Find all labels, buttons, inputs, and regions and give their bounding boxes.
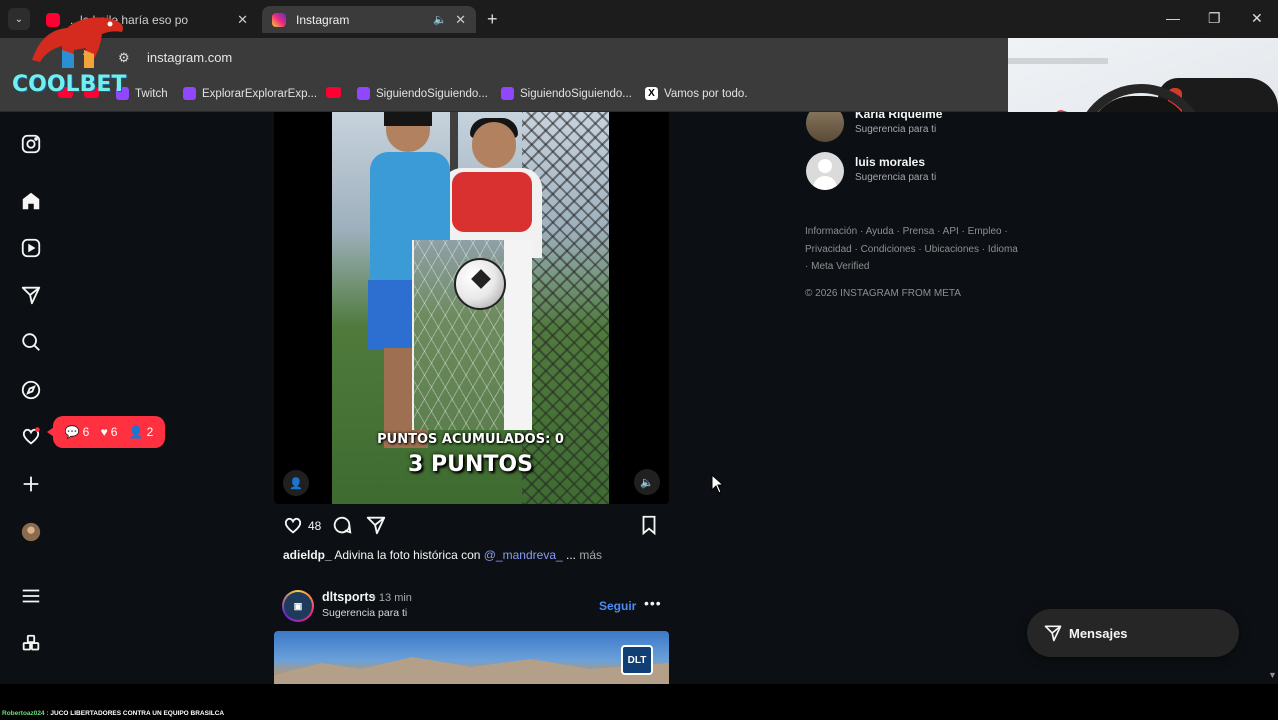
post2-subtitle: Sugerencia para ti (322, 607, 408, 619)
copyright: © 2026 INSTAGRAM FROM META (805, 288, 961, 299)
notifications-icon[interactable] (19, 424, 43, 448)
video-frame: PUNTOS ACUMULADOS: 0 3 PUNTOS (332, 112, 609, 504)
speaker-icon[interactable]: 🔈 (433, 13, 447, 26)
post2-avatar[interactable]: ▣ (282, 590, 314, 622)
messages-button[interactable]: Mensajes (1027, 609, 1239, 657)
menu-icon[interactable] (19, 584, 43, 608)
caption-mention[interactable]: @_mandreva_ (484, 548, 563, 562)
profile-avatar[interactable] (19, 520, 43, 544)
more-options-icon[interactable]: ••• (644, 595, 662, 611)
maximize-button[interactable]: ❐ (1208, 10, 1221, 27)
post-video[interactable]: PUNTOS ACUMULADOS: 0 3 PUNTOS 👤 🔈 (274, 112, 669, 504)
suggestion-item[interactable]: luis morales Sugerencia para ti (806, 152, 1006, 192)
bookmark-youtube-3[interactable] (326, 87, 347, 98)
instagram-logo-icon[interactable] (19, 132, 43, 156)
post2-media[interactable]: DLT (274, 631, 669, 684)
suggestion-subtitle: Sugerencia para ti (855, 172, 937, 183)
bookmark-label: ExplorarExplorarExp... (202, 87, 318, 100)
video-points-text: 3 PUNTOS (408, 452, 533, 477)
direct-icon (1044, 625, 1062, 642)
minimize-button[interactable]: — (1166, 10, 1180, 26)
avatar[interactable] (806, 112, 844, 142)
heart-icon: ♥ (100, 425, 108, 439)
address-bar: ↻ ⚙ instagram.com (0, 38, 1008, 78)
bookmark-explorar[interactable]: ExplorarExplorarExp... (183, 87, 317, 100)
new-tab-button[interactable]: + (487, 9, 498, 30)
post-caption: adieldp_ Adivina la foto histórica con @… (283, 548, 602, 562)
dlt-logo: DLT (621, 645, 653, 675)
logo-text: COOLBET (12, 72, 127, 97)
screen: ⌄ ...le baile haría eso po ✕ Instagram 🔈… (0, 0, 1278, 720)
bookmark-label: SiguiendoSiguiendo... (520, 87, 632, 100)
create-icon[interactable] (19, 472, 43, 496)
follow-button[interactable]: Seguir (599, 599, 636, 613)
share-icon[interactable] (365, 514, 387, 536)
messages-label: Mensajes (1069, 625, 1128, 641)
search-icon[interactable] (19, 330, 43, 354)
notifications-popup[interactable]: 💬 6 ♥ 6 👤 2 (47, 416, 165, 448)
follows-count: 👤 2 (128, 425, 154, 439)
more-apps-icon[interactable] (19, 632, 43, 656)
twitch-icon (501, 87, 514, 100)
close-icon[interactable]: ✕ (237, 12, 248, 28)
post2-header: ▣ dltsports • 13 min Sugerencia para ti … (280, 588, 665, 624)
bookmark-x[interactable]: X Vamos por todo. (645, 87, 748, 100)
bookmark-label: Twitch (135, 87, 168, 100)
post2-time: • 13 min (372, 592, 412, 604)
caption-username[interactable]: adieldp_ (283, 548, 332, 562)
comment-icon[interactable] (331, 514, 353, 536)
bookmark-label: SiguiendoSiguiendo... (376, 87, 488, 100)
chat-user: Robertoaz024 : (2, 710, 49, 717)
mouse-cursor-icon (711, 474, 725, 494)
direct-icon[interactable] (19, 283, 43, 307)
bookmark-label: Vamos por todo. (664, 87, 748, 100)
audio-icon[interactable]: 🔈 (634, 469, 660, 495)
close-icon[interactable]: ✕ (455, 12, 466, 28)
suggestion-item[interactable]: Karla Riquelme Sugerencia para ti (806, 112, 1006, 144)
scroll-down-arrow[interactable]: ▼ (1268, 670, 1277, 680)
browser-tab-bar: ⌄ ...le baile haría eso po ✕ Instagram 🔈… (0, 0, 1278, 38)
chat-text: JUCO LIBERTADORES CONTRA UN EQUIPO BRASI… (48, 710, 225, 717)
like-icon[interactable] (282, 514, 304, 536)
twitch-icon (183, 87, 196, 100)
caption-ellipsis: ... (562, 548, 580, 562)
url-field[interactable]: instagram.com (147, 50, 232, 65)
soccer-ball (454, 258, 506, 310)
tab-instagram[interactable]: Instagram 🔈 ✕ (262, 6, 476, 33)
bookmark-siguiendo-2[interactable]: SiguiendoSiguiendo... (501, 87, 632, 100)
like-count[interactable]: 48 (308, 519, 321, 533)
chat-message: Robertoaz024 : JUCO LIBERTADORES CONTRA … (2, 710, 224, 717)
post-actions: 48 (282, 514, 662, 540)
tab-title: Instagram (296, 12, 350, 27)
reels-icon[interactable] (19, 236, 43, 260)
person-icon: 👤 (128, 425, 144, 439)
avatar[interactable] (806, 152, 844, 190)
save-icon[interactable] (638, 514, 660, 536)
footer-links[interactable]: Información · Ayuda · Prensa · API · Emp… (805, 223, 1020, 276)
chat-ticker: Robertoaz024 : JUCO LIBERTADORES CONTRA … (0, 684, 1278, 720)
video-score-text: PUNTOS ACUMULADOS: 0 (377, 432, 564, 447)
x-icon: X (645, 87, 658, 100)
explore-icon[interactable] (19, 378, 43, 402)
comments-count: 💬 6 (64, 425, 90, 439)
close-window-button[interactable]: ✕ (1251, 10, 1263, 27)
youtube-icon (326, 87, 341, 98)
caption-text: Adivina la foto histórica con (331, 548, 484, 562)
sponsor-logo: COOLBET (8, 8, 138, 100)
suggestion-subtitle: Sugerencia para ti (855, 124, 937, 135)
tagged-user-icon[interactable]: 👤 (283, 470, 309, 496)
caption-more-link[interactable]: más (579, 548, 602, 562)
instagram-icon (272, 12, 286, 27)
instagram-page: 💬 6 ♥ 6 👤 2 PUNTOS ACUMULADOS: 0 3 PUNTO… (0, 112, 1278, 684)
bookmarks-bar: Twitch ExplorarExplorarExp... SiguiendoS… (0, 78, 1008, 112)
suggestion-name[interactable]: Karla Riquelme (855, 112, 942, 121)
dinosaur-icon (32, 17, 123, 68)
home-icon[interactable] (19, 189, 43, 213)
likes-count: ♥ 6 (100, 425, 118, 439)
bookmark-siguiendo-1[interactable]: SiguiendoSiguiendo... (357, 87, 488, 100)
suggestion-name[interactable]: luis morales (855, 155, 925, 169)
twitch-icon (357, 87, 370, 100)
post2-username[interactable]: dltsports (322, 590, 375, 604)
comment-icon: 💬 (64, 425, 80, 439)
